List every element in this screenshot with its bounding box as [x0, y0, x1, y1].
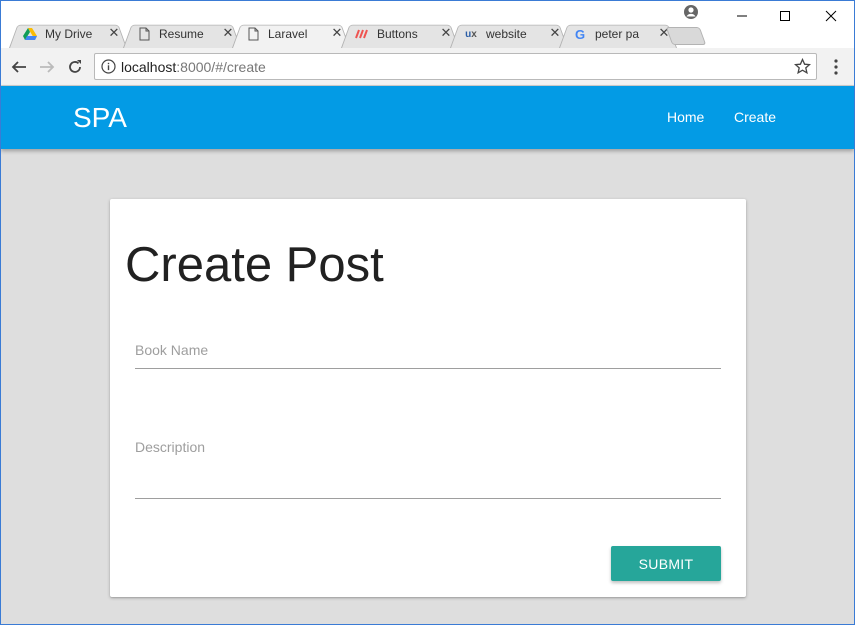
tab-title: My Drive — [45, 27, 93, 41]
tab-title: website — [486, 27, 527, 41]
book-name-label: Book Name — [135, 342, 209, 358]
book-name-underline — [135, 368, 721, 369]
tab-website[interactable]: ux website ✕ — [450, 20, 568, 48]
google-icon: G — [574, 26, 586, 42]
ux-icon: ux — [465, 28, 477, 40]
tab-title: Buttons — [377, 27, 418, 41]
bookmark-star-icon[interactable] — [793, 57, 812, 75]
browser-window: My Drive ✕ Resume ✕ Laravel ✕ Buttons ✕ … — [0, 0, 855, 625]
tab-title: Laravel — [268, 27, 308, 41]
buttons-site-icon — [355, 27, 369, 41]
browser-toolbar: localhost:8000/#/create — [1, 48, 854, 86]
close-window-icon[interactable] — [808, 5, 854, 27]
profile-icon[interactable] — [683, 4, 699, 20]
description-underline — [135, 498, 721, 499]
tab-laravel[interactable]: Laravel ✕ — [232, 20, 350, 48]
create-post-card: Create Post Book Name Description SUBMIT — [110, 199, 746, 597]
new-tab-button[interactable] — [665, 27, 707, 45]
nav-link-home[interactable]: Home — [667, 109, 704, 125]
tab-title: peter pa — [595, 27, 640, 41]
reload-icon[interactable] — [65, 57, 85, 77]
maximize-window-icon[interactable] — [762, 5, 808, 27]
description-label: Description — [135, 439, 206, 455]
submit-button[interactable]: SUBMIT — [611, 546, 721, 581]
tab-peter-pa[interactable]: G peter pa ✕ — [559, 20, 677, 48]
tab-buttons[interactable]: Buttons ✕ — [341, 20, 459, 48]
app-navbar: SPA Home Create — [1, 86, 854, 149]
document-icon — [137, 27, 151, 41]
description-field[interactable]: Description — [135, 436, 721, 500]
nav-link-create[interactable]: Create — [734, 109, 776, 125]
url-text: localhost:8000/#/create — [121, 59, 266, 75]
book-name-field[interactable]: Book Name — [135, 339, 721, 370]
tab-title: Resume — [159, 27, 204, 41]
browser-menu-icon[interactable] — [829, 57, 843, 77]
google-drive-icon — [23, 27, 37, 41]
brand-logo[interactable]: SPA — [73, 102, 127, 134]
address-bar[interactable]: localhost:8000/#/create — [94, 53, 817, 80]
page-title: Create Post — [125, 238, 384, 292]
document-icon — [246, 27, 260, 41]
site-info-icon[interactable] — [101, 59, 116, 74]
tab-my-drive[interactable]: My Drive ✕ — [9, 20, 127, 48]
tab-resume[interactable]: Resume ✕ — [123, 20, 241, 48]
url-path: :8000/#/create — [176, 59, 266, 75]
minimize-window-icon[interactable] — [719, 5, 765, 27]
close-tab-icon[interactable]: ✕ — [107, 26, 121, 40]
forward-arrow-icon[interactable] — [37, 57, 57, 77]
back-arrow-icon[interactable] — [9, 57, 29, 77]
tab-strip: My Drive ✕ Resume ✕ Laravel ✕ Buttons ✕ … — [1, 1, 854, 48]
url-host: localhost — [121, 59, 177, 75]
